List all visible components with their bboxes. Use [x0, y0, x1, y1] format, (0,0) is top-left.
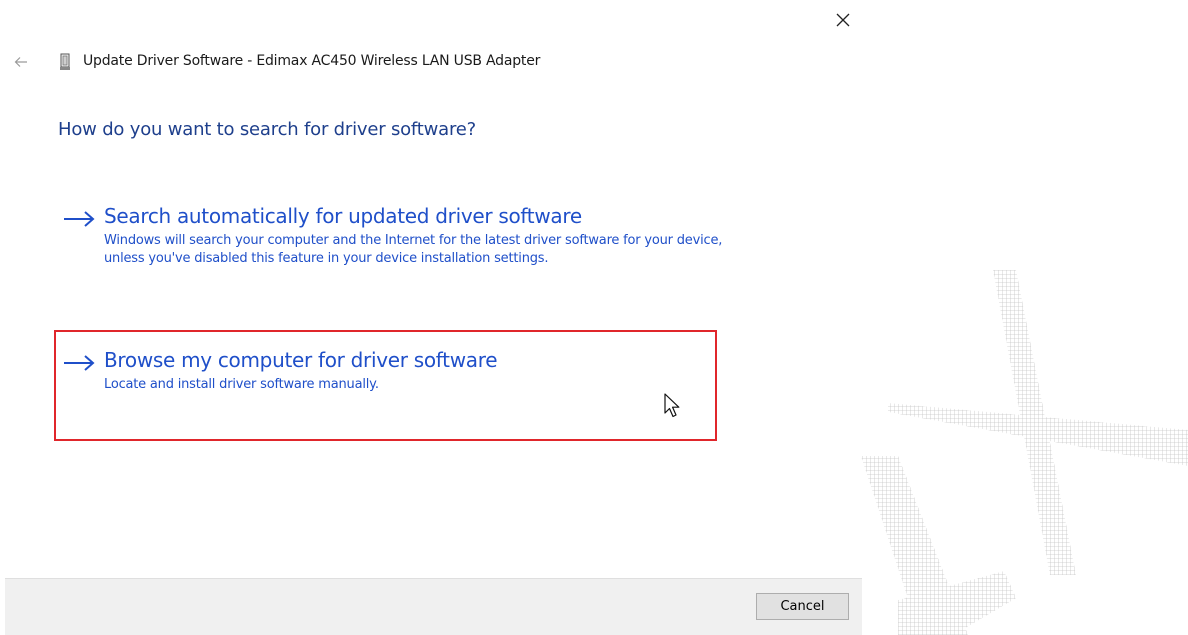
- search-automatically-description: Windows will search your computer and th…: [104, 233, 723, 266]
- highlight-box: [54, 330, 717, 441]
- update-driver-dialog: Update Driver Software - Edimax AC450 Wi…: [0, 0, 862, 635]
- cancel-button[interactable]: Cancel: [756, 593, 849, 620]
- back-button[interactable]: [10, 51, 32, 73]
- search-automatically-title: Search automatically for updated driver …: [104, 204, 582, 228]
- window-title: Update Driver Software - Edimax AC450 Wi…: [83, 53, 541, 69]
- close-button[interactable]: [826, 6, 860, 34]
- main-instruction: How do you want to search for driver sof…: [58, 119, 476, 140]
- close-icon: [836, 13, 850, 27]
- dialog-footer: Cancel: [5, 578, 862, 635]
- screen: Update Driver Software - Edimax AC450 Wi…: [0, 0, 1188, 635]
- back-arrow-icon: [14, 57, 27, 67]
- watermark-x-icon: [861, 270, 1188, 635]
- search-automatically-option[interactable]: Search automatically for updated driver …: [62, 204, 752, 304]
- usb-adapter-icon: [60, 53, 70, 70]
- mouse-cursor-icon: [664, 393, 680, 418]
- arrow-right-icon: [64, 211, 95, 227]
